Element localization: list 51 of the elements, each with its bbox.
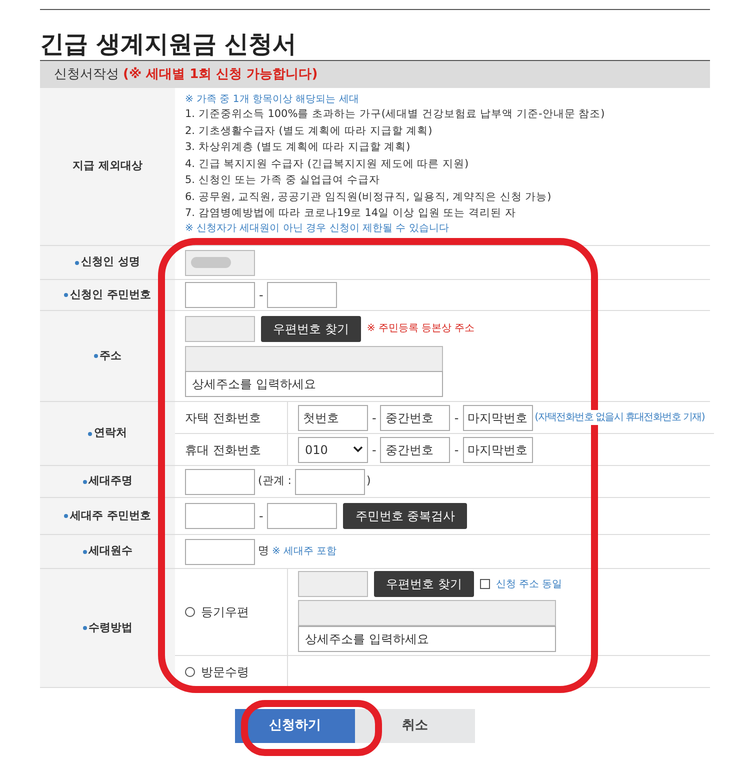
exclusion-item: 6. 공무원, 교직원, 공공기관 임직원(비정규직, 일용직, 계약직은 신청 가능) — [185, 190, 552, 204]
phone-label: 휴대 전화번호 — [185, 442, 261, 458]
field-label: 세대주명 — [88, 473, 132, 490]
relation-label: (관계 : — [257, 473, 292, 490]
exclusion-note: ※ 신청자가 세대원이 아닌 경우 신청이 제한될 수 있습니다 — [185, 222, 450, 234]
exclusion-item: 2. 기초생활수급자 (별도 계획에 따라 지급할 계획) — [185, 124, 434, 138]
checkbox-label: 신청 주소 동일 — [496, 578, 562, 592]
phone-note: (자택전화번호 없을시 휴대전화번호 기재) — [534, 410, 704, 425]
phone-middle-field[interactable]: 중간번호 — [380, 404, 450, 430]
exclusion-item: 1. 기준중위소득 100%를 초과하는 가구(세대별 건강보험료 납부액 기준-안내문 참조) — [185, 107, 606, 122]
field-label: 연락처 — [94, 425, 127, 442]
unit-label: 명 — [257, 543, 270, 560]
submit-button[interactable]: 신청하기 — [235, 709, 355, 743]
duplicate-check-button[interactable]: 주민번호 중복검사 — [343, 503, 468, 529]
detail-address-field[interactable]: 상세주소를 입력하세요 — [185, 370, 443, 396]
phone-label: 자택 전화번호 — [185, 410, 261, 426]
radio-label: 등기우편 — [201, 604, 249, 621]
detail-address-field[interactable]: 상세주소를 입력하세요 — [298, 626, 556, 652]
radio-label: 방문수령 — [201, 664, 249, 680]
phone-last-field[interactable]: 마지막번호 — [462, 404, 533, 430]
address-note: ※ 주민등록 등본상 주소 — [366, 322, 475, 336]
exclusion-intro: ※ 가족 중 1개 항목이상 해당되는 세대 — [185, 93, 360, 106]
zip-search-button[interactable]: 우편번호 찾기 — [374, 571, 474, 597]
exclusion-item: 3. 차상위계층 (별도 계획에 따라 지급할 계획) — [185, 140, 412, 155]
field-label: 주소 — [100, 348, 122, 364]
field-label: 신청인 주민번호 — [70, 286, 151, 303]
separator: - — [258, 287, 264, 304]
phone-first-field[interactable]: 첫번호 — [298, 404, 368, 430]
carrier-prefix-select[interactable]: 010 — [298, 436, 368, 462]
exclusion-item: 4. 긴급 복지지원 수급자 (긴급복지지원 제도에 따른 지원) — [185, 156, 470, 172]
field-label: 신청인 성명 — [81, 254, 140, 270]
exclusion-item: 7. 감염병예방법에 따라 코로나19로 14일 이상 입원 또는 격리된 자 — [185, 206, 517, 221]
zip-search-button[interactable]: 우편번호 찾기 — [261, 316, 361, 342]
relation-close: ) — [366, 473, 372, 490]
page-title: 긴급 생계지원금 신청서 — [40, 29, 298, 60]
cancel-button[interactable]: 취소 — [355, 709, 475, 743]
separator: - — [258, 508, 264, 525]
separator: - — [371, 410, 378, 426]
field-label: 지급 제외대상 — [72, 158, 142, 174]
field-label: 세대원수 — [88, 543, 132, 560]
count-note: ※ 세대주 포함 — [272, 545, 337, 559]
field-label: 수령방법 — [88, 620, 132, 636]
phone-last-field[interactable]: 마지막번호 — [462, 436, 533, 462]
section-notice: (※ 세대별 1회 신청 가능합니다) — [123, 66, 318, 84]
field-label: 세대주 주민번호 — [70, 508, 151, 524]
exclusion-item: 5. 신청인 또는 가족 중 실업급여 수급자 — [185, 173, 382, 188]
separator: - — [453, 442, 460, 458]
separator: - — [453, 410, 460, 426]
phone-middle-field[interactable]: 중간번호 — [380, 436, 450, 462]
separator: - — [371, 442, 378, 458]
section-title: 신청서작성 — [54, 66, 119, 84]
